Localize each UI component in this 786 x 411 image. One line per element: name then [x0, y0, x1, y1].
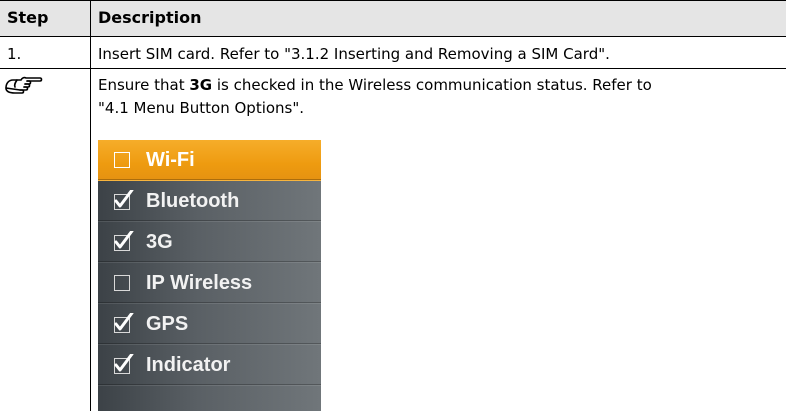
- header-step: Step: [7, 8, 49, 27]
- wireless-item-indicator[interactable]: Indicator: [98, 345, 321, 386]
- note-text-before: Ensure that: [98, 76, 190, 94]
- note-text-bold: 3G: [189, 76, 213, 94]
- pointing-hand-icon: [5, 76, 43, 94]
- table-top-border: [0, 0, 786, 1]
- wireless-item-wifi[interactable]: Wi-Fi: [98, 140, 321, 181]
- wireless-item-bluetooth[interactable]: Bluetooth: [98, 181, 321, 222]
- wireless-item-gps[interactable]: GPS: [98, 304, 321, 345]
- step-description: Insert SIM card. Refer to "3.1.2 Inserti…: [98, 45, 610, 63]
- step-table: Step Description 1. Insert SIM card. Ref…: [0, 0, 786, 411]
- note-line-1: Ensure that 3G is checked in the Wireles…: [98, 74, 778, 97]
- wireless-item-label: 3G: [146, 231, 173, 253]
- wireless-item-label: Bluetooth: [146, 190, 240, 212]
- checkmark-box-icon[interactable]: [114, 354, 134, 374]
- wireless-status-panel: Wi-Fi Bluetooth 3G IP Wireless GPS Indic…: [98, 140, 321, 411]
- checkmark-box-icon[interactable]: [114, 231, 134, 251]
- wireless-item-label: Wi-Fi: [146, 149, 195, 171]
- wireless-item-label: IP Wireless: [146, 272, 253, 294]
- wireless-item-3g[interactable]: 3G: [98, 222, 321, 263]
- wireless-item-label: Indicator: [146, 354, 231, 376]
- checkmark-box-icon[interactable]: [114, 190, 134, 210]
- unchecked-box-icon[interactable]: [114, 152, 130, 168]
- step-note-description: Ensure that 3G is checked in the Wireles…: [98, 74, 778, 120]
- column-divider: [90, 0, 91, 411]
- wireless-item-label: GPS: [146, 313, 189, 335]
- step-number: 1.: [7, 45, 22, 63]
- note-text-after: is checked in the Wireless communication…: [212, 76, 652, 94]
- unchecked-box-icon[interactable]: [114, 275, 130, 291]
- checkmark-box-icon[interactable]: [114, 313, 134, 333]
- row1-bottom-border: [0, 68, 786, 69]
- header-bottom-border: [0, 36, 786, 37]
- wireless-item-ip-wireless[interactable]: IP Wireless: [98, 263, 321, 304]
- header-description: Description: [98, 8, 202, 27]
- note-line-2: "4.1 Menu Button Options".: [98, 99, 305, 117]
